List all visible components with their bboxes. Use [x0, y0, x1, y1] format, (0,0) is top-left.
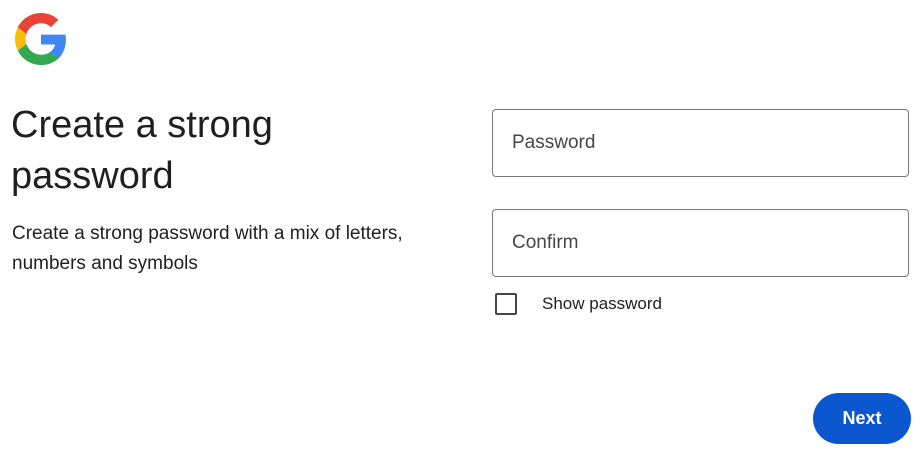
next-button[interactable]: Next — [813, 393, 911, 444]
show-password-checkbox[interactable] — [495, 293, 517, 315]
create-password-page: Create a strong password Create a strong… — [0, 0, 920, 458]
confirm-password-field[interactable] — [492, 209, 909, 277]
confirm-password-input[interactable] — [493, 210, 908, 276]
password-input[interactable] — [493, 110, 908, 176]
page-description: Create a strong password with a mix of l… — [12, 223, 403, 274]
google-logo-icon — [15, 13, 67, 65]
show-password-toggle[interactable]: Show password — [495, 292, 662, 316]
password-field[interactable] — [492, 109, 909, 177]
show-password-label[interactable]: Show password — [542, 294, 662, 314]
page-title: Create a strong password — [11, 104, 273, 197]
